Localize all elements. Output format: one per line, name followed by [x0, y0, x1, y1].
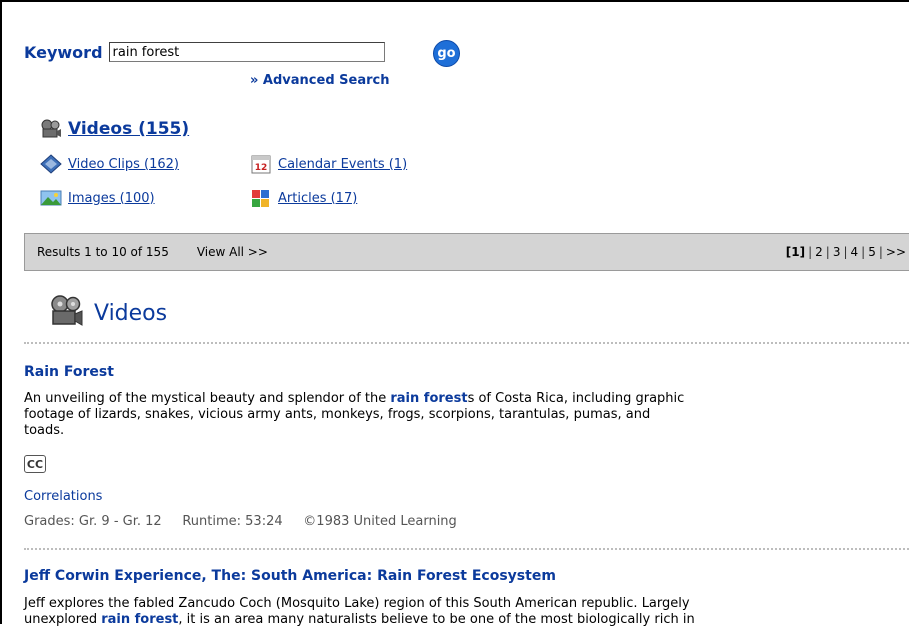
result-meta-1: Grades: Gr. 9 - Gr. 12 Runtime: 53:24 ©1…: [24, 514, 457, 529]
svg-text:12: 12: [255, 163, 268, 173]
results-count: Results 1 to 10 of 155: [37, 245, 169, 259]
result-desc-1: An unveiling of the mystical beauty and …: [24, 391, 904, 439]
article-icon: [250, 188, 272, 208]
closed-caption-icon: CC: [24, 455, 46, 473]
highlight-term: rain forest: [101, 612, 179, 627]
divider: [24, 342, 909, 344]
page-link-1[interactable]: [1]: [783, 245, 808, 259]
desc-text: toads.: [24, 423, 65, 438]
calendar-icon: 12: [250, 154, 272, 174]
desc-text: s of Costa Rica, including graphic: [467, 391, 685, 406]
result-title-2[interactable]: Jeff Corwin Experience, The: South Ameri…: [24, 568, 556, 584]
results-bar: Results 1 to 10 of 155 View All >> [1] | …: [24, 233, 909, 271]
desc-text: , it is an area many naturalists believe…: [178, 612, 695, 627]
film-reel-icon: [40, 119, 62, 139]
keyword-input[interactable]: [108, 42, 385, 62]
advanced-search-link[interactable]: » Advanced Search: [250, 73, 389, 88]
keyword-label: Keyword: [24, 42, 103, 62]
video-clips-link[interactable]: Video Clips (162): [68, 157, 179, 172]
copyright-text: ©1983 United Learning: [303, 514, 457, 529]
highlight-term: rain forest: [390, 391, 468, 406]
section-heading: Videos: [48, 294, 167, 332]
category-video-clips: Video Clips (162): [40, 154, 179, 174]
image-icon: [40, 188, 62, 208]
videos-link[interactable]: Videos (155): [68, 119, 189, 139]
desc-text: unexplored: [24, 612, 102, 627]
page-link-2[interactable]: 2: [812, 245, 826, 259]
go-button[interactable]: go: [433, 40, 460, 67]
runtime-text: Runtime: 53:24: [182, 514, 283, 529]
articles-link[interactable]: Articles (17): [278, 191, 357, 206]
divider: [24, 548, 909, 550]
result-title-1[interactable]: Rain Forest: [24, 364, 114, 380]
page-link-5[interactable]: 5: [865, 245, 879, 259]
view-all-link[interactable]: View All >>: [197, 245, 268, 259]
film-reel-icon: [48, 294, 84, 332]
diamond-clip-icon: [40, 154, 62, 174]
pagination: [1] | 2 | 3 | 4 | 5 | >>: [783, 234, 909, 270]
desc-text: Jeff explores the fabled Zancudo Coch (M…: [24, 596, 690, 611]
page-link-3[interactable]: 3: [830, 245, 844, 259]
images-link[interactable]: Images (100): [68, 191, 155, 206]
correlations-link[interactable]: Correlations: [24, 489, 102, 504]
desc-text: footage of lizards, snakes, vicious army…: [24, 407, 651, 422]
calendar-events-link[interactable]: Calendar Events (1): [278, 157, 407, 172]
page-link-4[interactable]: 4: [848, 245, 862, 259]
next-page-link[interactable]: >>: [883, 245, 909, 259]
desc-text: An unveiling of the mystical beauty and …: [24, 391, 391, 406]
section-title: Videos: [94, 300, 168, 326]
category-calendar-events: 12 Calendar Events (1): [250, 154, 407, 174]
category-images: Images (100): [40, 188, 155, 208]
category-articles: Articles (17): [250, 188, 357, 208]
grades-text: Grades: Gr. 9 - Gr. 12: [24, 514, 162, 529]
result-desc-2: Jeff explores the fabled Zancudo Coch (M…: [24, 596, 904, 628]
search-bar: Keyword: [24, 40, 385, 64]
category-videos: Videos (155): [40, 119, 189, 139]
